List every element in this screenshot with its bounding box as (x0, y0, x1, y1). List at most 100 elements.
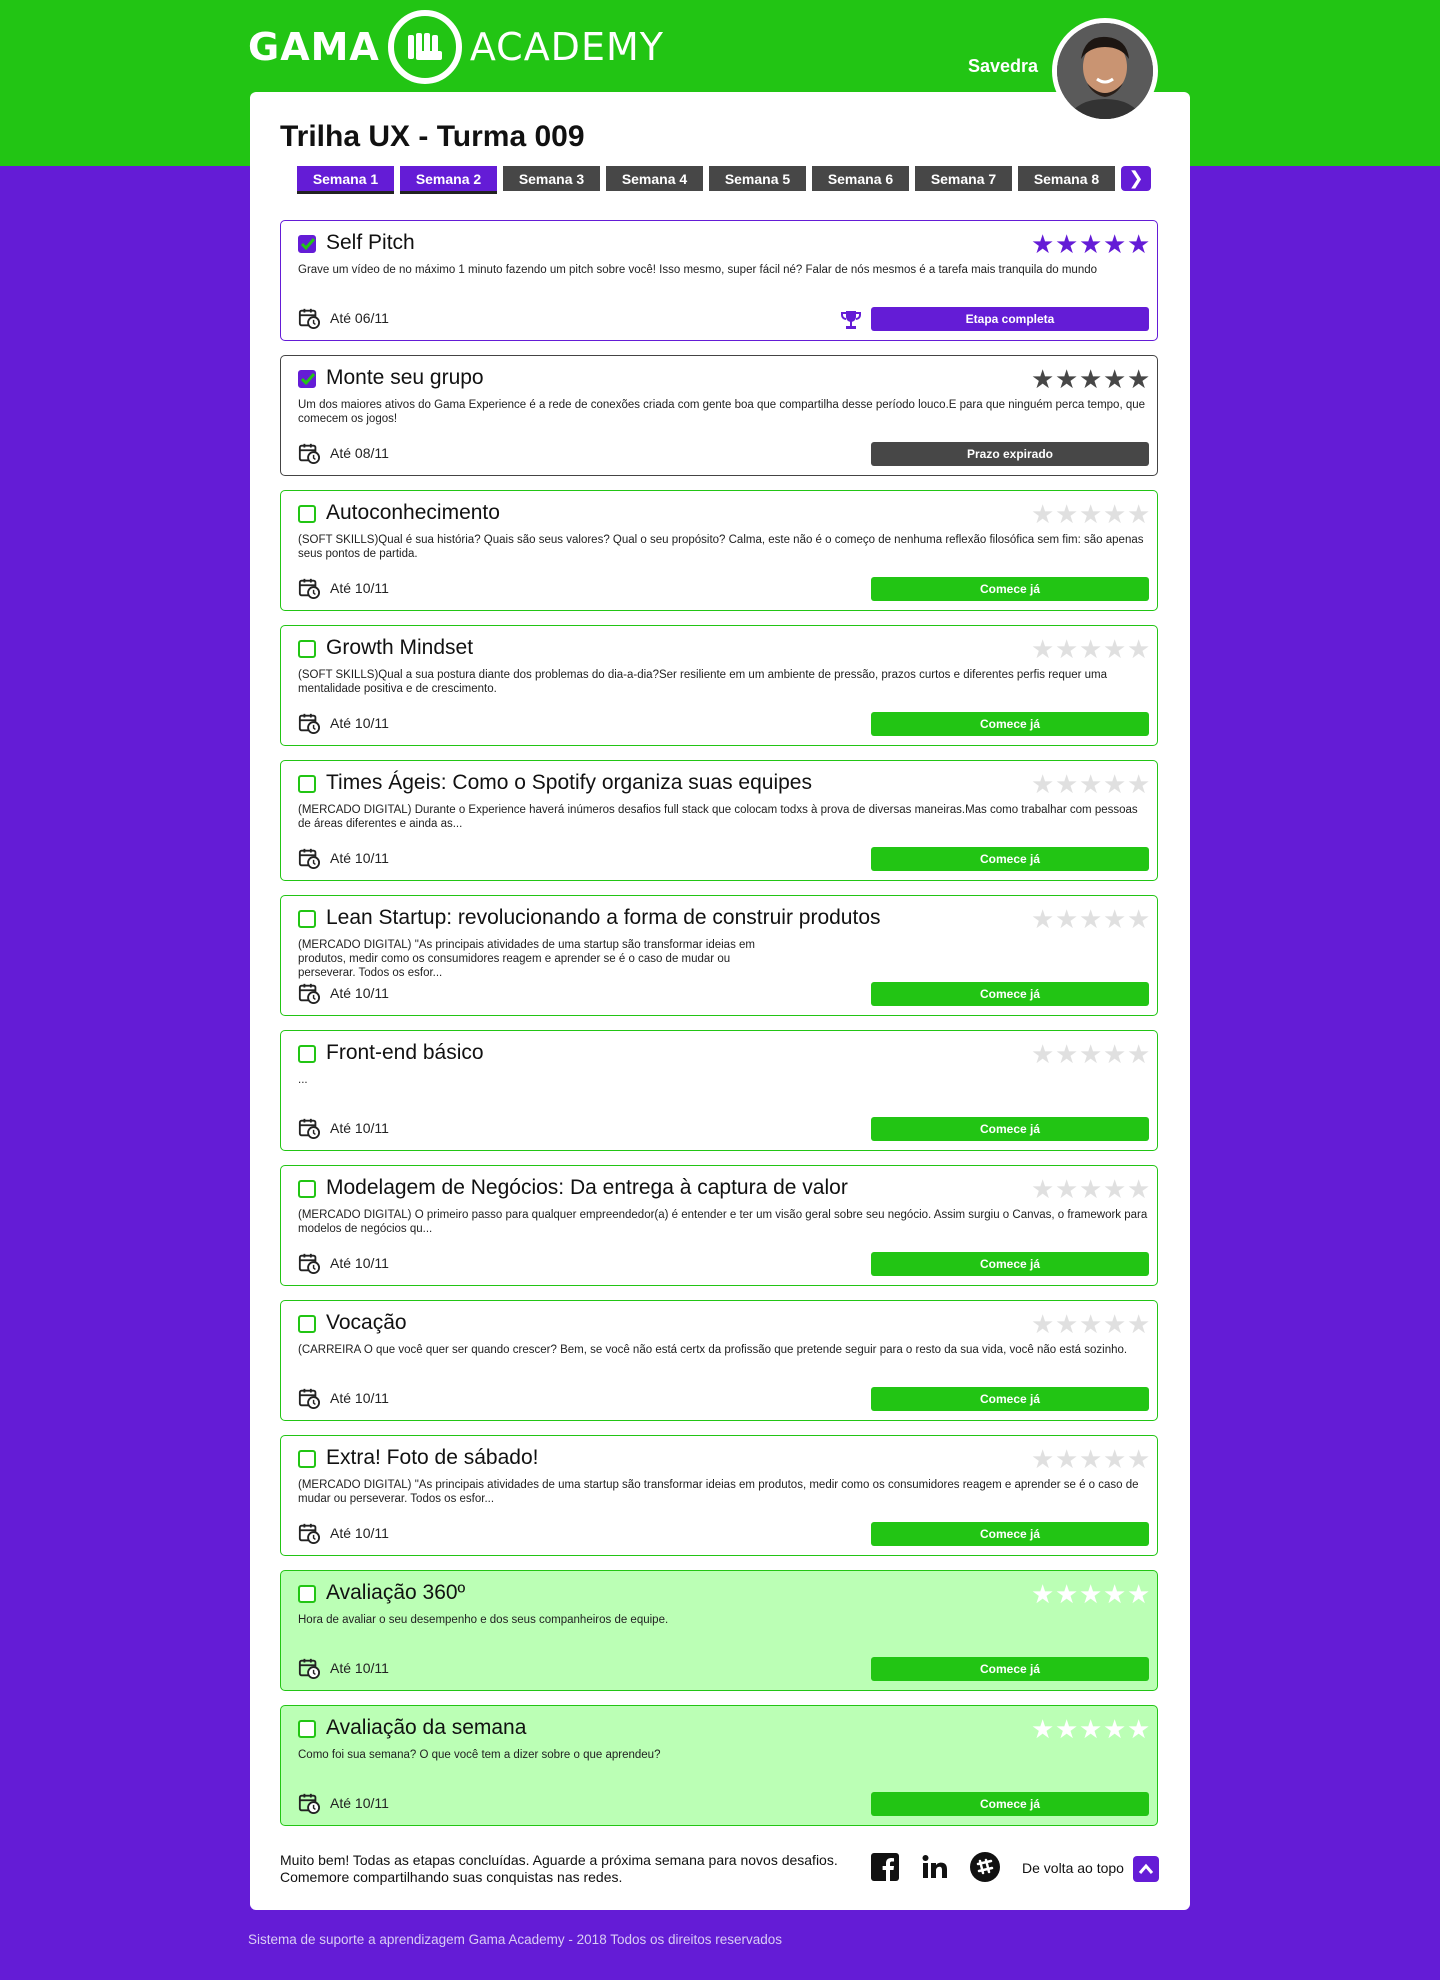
star-icon[interactable]: ★ (1127, 1716, 1150, 1742)
star-icon[interactable]: ★ (1079, 231, 1102, 257)
rating-stars[interactable]: ★ ★ ★ ★ ★ (1031, 366, 1150, 392)
task-title[interactable]: Extra! Foto de sábado! (326, 1446, 538, 1470)
task-card[interactable]: Growth Mindset ★ ★ ★ ★ ★ (SOFT SKILLS)Qual a s… (280, 625, 1158, 746)
star-icon[interactable]: ★ (1055, 906, 1078, 932)
star-icon[interactable]: ★ (1103, 1176, 1126, 1202)
task-checkbox[interactable] (298, 370, 316, 388)
linkedin-icon[interactable] (920, 1852, 950, 1882)
start-now-button[interactable]: Comece já (871, 982, 1149, 1006)
task-card[interactable]: Times Ágeis: Como o Spotify organiza sua… (280, 760, 1158, 881)
star-icon[interactable]: ★ (1055, 366, 1078, 392)
star-icon[interactable]: ★ (1079, 1716, 1102, 1742)
star-icon[interactable]: ★ (1127, 771, 1150, 797)
star-icon[interactable]: ★ (1103, 636, 1126, 662)
star-icon[interactable]: ★ (1127, 231, 1150, 257)
task-checkbox[interactable] (298, 505, 316, 523)
star-icon[interactable]: ★ (1031, 366, 1054, 392)
start-now-button[interactable]: Comece já (871, 1792, 1149, 1816)
star-icon[interactable]: ★ (1031, 636, 1054, 662)
start-now-button[interactable]: Comece já (871, 1522, 1149, 1546)
task-card[interactable]: Front-end básico ★ ★ ★ ★ ★... Até 10/11 Comece … (280, 1030, 1158, 1151)
rating-stars[interactable]: ★ ★ ★ ★ ★ (1031, 1716, 1150, 1742)
rating-stars[interactable]: ★ ★ ★ ★ ★ (1031, 1176, 1150, 1202)
user-name[interactable]: Savedra (968, 56, 1038, 77)
tab-semana-1[interactable]: Semana 1 (297, 166, 394, 194)
star-icon[interactable]: ★ (1055, 1176, 1078, 1202)
star-icon[interactable]: ★ (1127, 1311, 1150, 1337)
star-icon[interactable]: ★ (1127, 1176, 1150, 1202)
star-icon[interactable]: ★ (1127, 636, 1150, 662)
star-icon[interactable]: ★ (1127, 366, 1150, 392)
star-icon[interactable]: ★ (1079, 1041, 1102, 1067)
star-icon[interactable]: ★ (1055, 231, 1078, 257)
task-checkbox[interactable] (298, 1585, 316, 1603)
task-title[interactable]: Modelagem de Negócios: Da entrega à capt… (326, 1176, 848, 1200)
star-icon[interactable]: ★ (1103, 1446, 1126, 1472)
star-icon[interactable]: ★ (1079, 501, 1102, 527)
task-title[interactable]: Times Ágeis: Como o Spotify organiza sua… (326, 771, 812, 795)
rating-stars[interactable]: ★ ★ ★ ★ ★ (1031, 1041, 1150, 1067)
star-icon[interactable]: ★ (1127, 906, 1150, 932)
task-card[interactable]: Extra! Foto de sábado! ★ ★ ★ ★ ★ (MERCADO DIGI… (280, 1435, 1158, 1556)
star-icon[interactable]: ★ (1031, 1581, 1054, 1607)
star-icon[interactable]: ★ (1103, 1311, 1126, 1337)
chevron-right-icon[interactable]: ❯ (1121, 166, 1151, 191)
star-icon[interactable]: ★ (1103, 1581, 1126, 1607)
start-now-button[interactable]: Comece já (871, 1657, 1149, 1681)
rating-stars[interactable]: ★ ★ ★ ★ ★ (1031, 906, 1150, 932)
star-icon[interactable]: ★ (1055, 1041, 1078, 1067)
slack-icon[interactable] (970, 1852, 1000, 1882)
star-icon[interactable]: ★ (1079, 636, 1102, 662)
task-checkbox[interactable] (298, 1720, 316, 1738)
star-icon[interactable]: ★ (1079, 1581, 1102, 1607)
star-icon[interactable]: ★ (1103, 771, 1126, 797)
rating-stars[interactable]: ★ ★ ★ ★ ★ (1031, 771, 1150, 797)
task-card[interactable]: Vocação ★ ★ ★ ★ ★ (CARREIRA O que você quer se… (280, 1300, 1158, 1421)
task-title[interactable]: Self Pitch (326, 231, 415, 255)
avatar[interactable] (1052, 18, 1158, 124)
task-title[interactable]: Avaliação 360º (326, 1581, 465, 1605)
star-icon[interactable]: ★ (1031, 501, 1054, 527)
task-title[interactable]: Lean Startup: revolucionando a forma de … (326, 906, 881, 930)
rating-stars[interactable]: ★ ★ ★ ★ ★ (1031, 1311, 1150, 1337)
start-now-button[interactable]: Comece já (871, 1387, 1149, 1411)
rating-stars[interactable]: ★ ★ ★ ★ ★ (1031, 1581, 1150, 1607)
task-card[interactable]: Lean Startup: revolucionando a forma de … (280, 895, 1158, 1016)
star-icon[interactable]: ★ (1031, 231, 1054, 257)
star-icon[interactable]: ★ (1079, 1176, 1102, 1202)
star-icon[interactable]: ★ (1079, 1311, 1102, 1337)
star-icon[interactable]: ★ (1079, 771, 1102, 797)
tab-semana-5[interactable]: Semana 5 (709, 166, 806, 191)
tab-semana-7[interactable]: Semana 7 (915, 166, 1012, 191)
task-checkbox[interactable] (298, 1315, 316, 1333)
task-checkbox[interactable] (298, 910, 316, 928)
task-card[interactable]: Avaliação 360º ★ ★ ★ ★ ★ Hora de avaliar o seu… (280, 1570, 1158, 1691)
back-to-top-label[interactable]: De volta ao topo (1022, 1860, 1124, 1876)
gama-academy-logo[interactable]: GAMA ACADEMY (248, 10, 664, 84)
star-icon[interactable]: ★ (1103, 366, 1126, 392)
start-now-button[interactable]: Comece já (871, 1252, 1149, 1276)
star-icon[interactable]: ★ (1031, 1446, 1054, 1472)
task-checkbox[interactable] (298, 1045, 316, 1063)
start-now-button[interactable]: Comece já (871, 847, 1149, 871)
star-icon[interactable]: ★ (1079, 906, 1102, 932)
star-icon[interactable]: ★ (1031, 771, 1054, 797)
rating-stars[interactable]: ★ ★ ★ ★ ★ (1031, 636, 1150, 662)
back-to-top-button[interactable] (1133, 1856, 1159, 1882)
tab-semana-2[interactable]: Semana 2 (400, 166, 497, 194)
rating-stars[interactable]: ★ ★ ★ ★ ★ (1031, 501, 1150, 527)
star-icon[interactable]: ★ (1031, 1041, 1054, 1067)
start-now-button[interactable]: Comece já (871, 577, 1149, 601)
star-icon[interactable]: ★ (1127, 1581, 1150, 1607)
star-icon[interactable]: ★ (1031, 1716, 1054, 1742)
star-icon[interactable]: ★ (1103, 501, 1126, 527)
task-card[interactable]: Avaliação da semana ★ ★ ★ ★ ★ Como foi sua sem… (280, 1705, 1158, 1826)
star-icon[interactable]: ★ (1103, 906, 1126, 932)
task-checkbox[interactable] (298, 640, 316, 658)
tab-semana-4[interactable]: Semana 4 (606, 166, 703, 191)
star-icon[interactable]: ★ (1055, 1446, 1078, 1472)
task-card[interactable]: Modelagem de Negócios: Da entrega à capt… (280, 1165, 1158, 1286)
task-title[interactable]: Avaliação da semana (326, 1716, 526, 1740)
task-card[interactable]: Monte seu grupo ★ ★ ★ ★ ★ Um dos maiores ativo… (280, 355, 1158, 476)
star-icon[interactable]: ★ (1079, 366, 1102, 392)
